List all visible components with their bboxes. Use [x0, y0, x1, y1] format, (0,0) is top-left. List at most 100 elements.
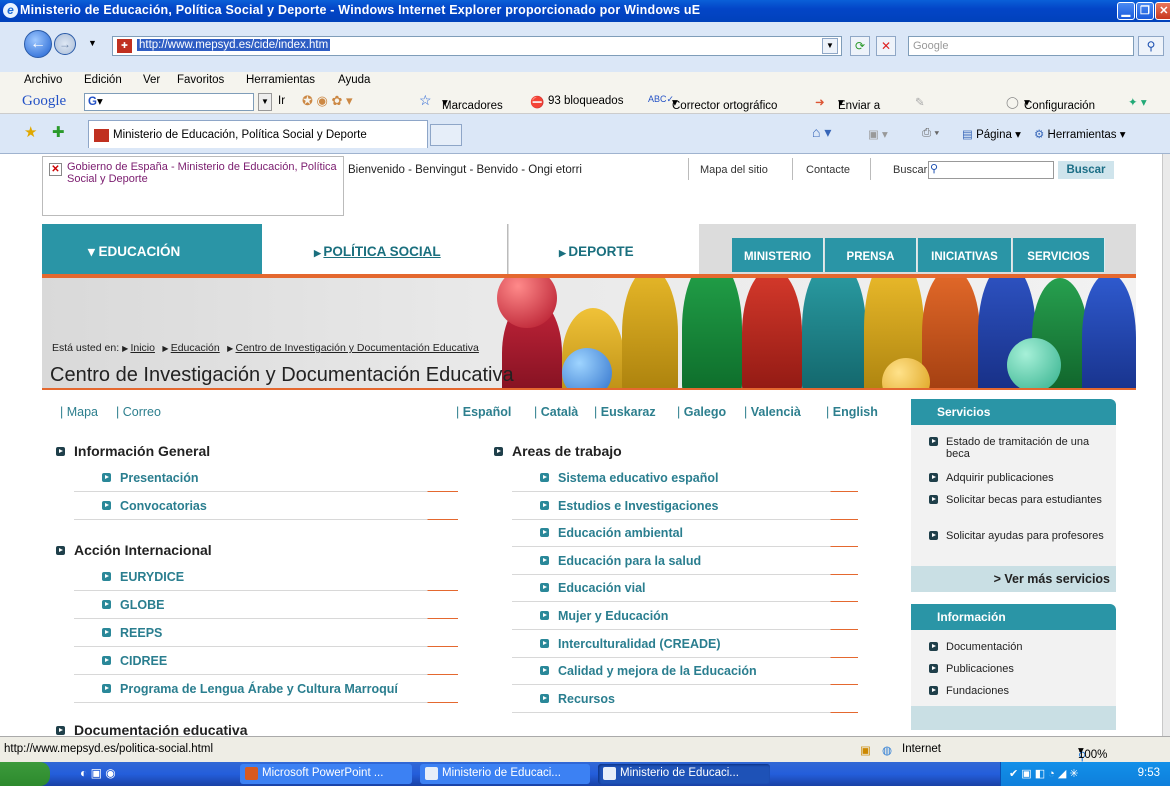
menu-herramientas[interactable]: Herramientas	[246, 74, 315, 86]
bloqueados-button[interactable]: 93 bloqueados	[548, 95, 623, 107]
nav-politica-social[interactable]: ▶ POLÍTICA SOCIAL	[262, 224, 508, 276]
address-input[interactable]: ✚ http://www.mepsyd.es/cide/index.htm	[112, 36, 842, 56]
highlight-icon[interactable]: ✎	[915, 95, 925, 109]
forward-button[interactable]: →	[54, 33, 76, 55]
menu-archivo[interactable]: Archivo	[24, 74, 62, 86]
nav-deporte[interactable]: ▶ DEPORTE	[509, 224, 699, 276]
google-search-field[interactable]: G▾	[84, 93, 254, 111]
link-lengua-arabe[interactable]: Programa de Lengua Árabe y Cultura Marro…	[102, 682, 398, 696]
site-search-button[interactable]: Buscar	[1058, 161, 1114, 179]
link-convocatorias[interactable]: Convocatorias	[102, 499, 207, 513]
contact-link[interactable]: Contacte	[806, 164, 850, 176]
link-presentacion[interactable]: Presentación	[102, 471, 199, 485]
breadcrumb-educacion[interactable]: Educación	[171, 342, 220, 354]
link-estado-beca[interactable]: Estado de tramitación de una beca	[929, 436, 1110, 460]
nav-educacion[interactable]: ▾ EDUCACIÓN	[42, 224, 262, 276]
link-ayudas-profesores[interactable]: Solicitar ayudas para profesores	[929, 530, 1110, 542]
link-globe[interactable]: GLOBE	[102, 598, 164, 612]
print-icon[interactable]: ⎙ ▾	[922, 127, 939, 140]
history-dropdown-icon[interactable]: ▼	[88, 38, 97, 48]
vertical-scrollbar[interactable]	[1162, 154, 1170, 736]
task-powerpoint[interactable]: Microsoft PowerPoint ...	[240, 764, 412, 784]
link-eurydice[interactable]: EURYDICE	[102, 570, 184, 584]
add-favorite-icon[interactable]: ✚	[52, 123, 65, 141]
task-ie-2[interactable]: Ministerio de Educaci...	[598, 764, 770, 784]
breadcrumb-cide[interactable]: Centro de Investigación y Documentación …	[236, 342, 479, 354]
favorites-star-icon[interactable]: ★	[24, 123, 37, 141]
menu-favoritos[interactable]: Favoritos	[177, 74, 224, 86]
site-map-link[interactable]: Mapa del sitio	[700, 164, 768, 176]
lang-english[interactable]: | English	[826, 405, 878, 419]
area-link[interactable]: Sistema educativo español	[540, 471, 718, 485]
nav-iniciativas[interactable]: INICIATIVAS	[918, 238, 1012, 272]
bullet-icon	[540, 666, 549, 676]
google-dropdown-button[interactable]: ▼	[258, 93, 272, 111]
area-link[interactable]: Educación para la salud	[540, 554, 701, 568]
link-adquirir-publicaciones[interactable]: Adquirir publicaciones	[929, 472, 1110, 484]
extension-icon[interactable]: ✦ ▾	[1128, 95, 1147, 109]
window-title: Ministerio de Educación, Política Social…	[20, 3, 701, 17]
address-dropdown-button[interactable]: ▼	[822, 38, 838, 54]
lang-galego[interactable]: | Galego	[677, 405, 726, 419]
site-search-input[interactable]	[928, 161, 1054, 179]
bullet-icon	[540, 555, 549, 565]
search-icon[interactable]: ⚲	[1138, 36, 1164, 56]
bullet-icon	[102, 473, 111, 482]
area-link[interactable]: Recursos	[540, 692, 615, 706]
home-icon[interactable]: ⌂ ▾	[812, 124, 831, 141]
lang-espanol[interactable]: | Español	[456, 405, 511, 419]
lang-valencia[interactable]: | Valencià	[744, 405, 801, 419]
link-documentacion[interactable]: Documentación	[929, 641, 1110, 653]
correo-link[interactable]: | Correo	[116, 405, 161, 419]
nav-ministerio[interactable]: MINISTERIO	[732, 238, 824, 272]
start-button[interactable]	[0, 762, 50, 786]
configuracion-button[interactable]: Configuración ▾	[1024, 95, 1095, 112]
ver-mas-servicios-link[interactable]: > Ver más servicios	[911, 566, 1116, 592]
minimize-button[interactable]: ▁	[1117, 2, 1135, 20]
mapa-link[interactable]: | Mapa	[60, 405, 98, 419]
new-tab-button[interactable]	[430, 124, 462, 146]
quicklaunch-icons[interactable]: ◐ ▣ ◉	[80, 766, 116, 780]
link-publicaciones[interactable]: Publicaciones	[929, 663, 1110, 675]
tab-active[interactable]: Ministerio de Educación, Política Social…	[88, 120, 428, 148]
marcadores-button[interactable]: Marcadores ▾	[442, 95, 503, 112]
maximize-button[interactable]: ❐	[1136, 2, 1154, 20]
area-link[interactable]: Interculturalidad (CREADE)	[540, 637, 721, 651]
menu-edicion[interactable]: Edición	[84, 74, 122, 86]
tray-icons[interactable]: ✔ ▣ ◧ ◔ ◢ ✳	[1009, 767, 1079, 780]
corrector-button[interactable]: Corrector ortográfico ▾	[672, 95, 777, 112]
divider	[512, 629, 858, 630]
feeds-icon[interactable]: ▣ ▾	[868, 127, 888, 141]
toolbar-icons[interactable]: ✪ ◉ ✿ ▾	[302, 93, 353, 109]
area-link[interactable]: Estudios e Investigaciones	[540, 499, 718, 513]
close-button[interactable]: ✕	[1155, 2, 1170, 20]
area-link[interactable]: Calidad y mejora de la Educación	[540, 664, 757, 678]
bullet-icon	[929, 437, 938, 446]
lang-euskaraz[interactable]: | Euskaraz	[594, 405, 656, 419]
link-cidree[interactable]: CIDREE	[102, 654, 167, 668]
pagina-menu[interactable]: ▤ Página ▾	[962, 127, 1021, 141]
back-button[interactable]: ←	[24, 30, 52, 58]
search-input[interactable]: Google	[908, 36, 1134, 56]
link-fundaciones[interactable]: Fundaciones	[929, 685, 1110, 697]
link-reeps[interactable]: REEPS	[102, 626, 162, 640]
lang-catala[interactable]: | Català	[534, 405, 578, 419]
zoom-control[interactable]: ⚲ 100% ▾	[1078, 743, 1107, 763]
menu-ver[interactable]: Ver	[143, 74, 160, 86]
refresh-icon[interactable]: ⟳	[850, 36, 870, 56]
breadcrumb-inicio[interactable]: Inicio	[130, 342, 155, 354]
area-link[interactable]: Educación vial	[540, 581, 646, 595]
herramientas-menu[interactable]: ⚙ Herramientas ▾	[1034, 127, 1126, 141]
area-link[interactable]: Mujer y Educación	[540, 609, 668, 623]
google-ir-button[interactable]: Ir	[278, 95, 285, 107]
nav-prensa[interactable]: PRENSA	[825, 238, 917, 272]
area-link[interactable]: Educación ambiental	[540, 526, 683, 540]
nav-servicios[interactable]: SERVICIOS	[1013, 238, 1105, 272]
link-becas-estudiantes[interactable]: Solicitar becas para estudiantes	[929, 494, 1110, 506]
enviar-button[interactable]: Enviar a ▾	[838, 95, 880, 112]
stop-icon[interactable]: ✕	[876, 36, 896, 56]
powerpoint-icon	[245, 767, 258, 780]
gov-logo-box[interactable]: ✕ Gobierno de España - Ministerio de Edu…	[42, 156, 344, 216]
menu-ayuda[interactable]: Ayuda	[338, 74, 370, 86]
task-ie-1[interactable]: Ministerio de Educaci...	[420, 764, 590, 784]
